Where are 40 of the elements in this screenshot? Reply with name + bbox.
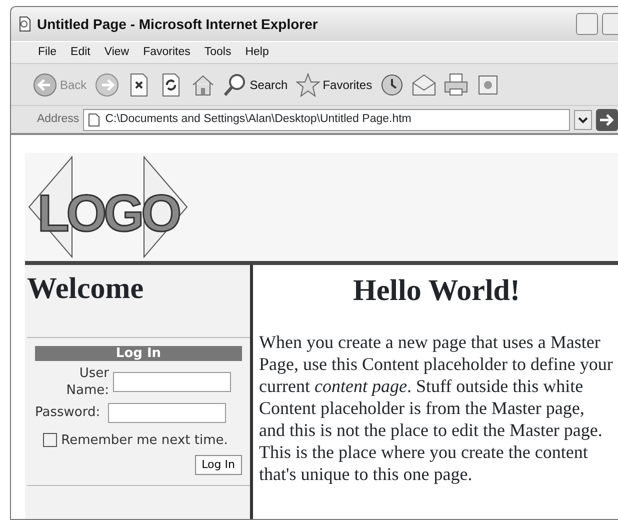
edit-button[interactable] — [476, 72, 500, 96]
login-title: Log In — [35, 346, 242, 361]
minimize-button[interactable] — [576, 13, 598, 35]
user-name-field[interactable] — [113, 372, 231, 392]
search-icon — [222, 72, 247, 96]
body-paragraph: When you create a new page that uses a Master Page, use this Content placeholder to define your current content page. Stuff outside this white Content placeholder is from the Master page, and this is not the place to edit the Master page. This is the place where you create the content that's unique to this one page. — [259, 331, 614, 485]
page-icon — [87, 112, 102, 126]
password-label: Password: — [35, 404, 100, 422]
favorites-button[interactable]: Favorites — [296, 72, 372, 96]
remember-checkbox[interactable] — [43, 433, 57, 448]
dropdown-icon[interactable] — [574, 110, 592, 130]
history-icon — [380, 72, 404, 96]
menu-item[interactable]: Favorites — [136, 44, 198, 62]
home-button[interactable] — [190, 72, 215, 96]
page-heading: Hello World! — [352, 273, 521, 309]
remember-label: Remember me next time. — [61, 433, 228, 448]
edit-icon — [476, 72, 500, 96]
history-button[interactable] — [380, 72, 404, 96]
menu-item[interactable]: Edit — [64, 44, 98, 62]
menu-item[interactable]: Help — [238, 44, 276, 62]
sidebar-title: Welcome — [27, 271, 145, 307]
login-button[interactable]: Log In — [194, 454, 242, 475]
maximize-button[interactable] — [602, 13, 618, 35]
print-button[interactable] — [444, 72, 468, 96]
page-icon — [17, 16, 33, 32]
menu-item[interactable]: Tools — [197, 44, 238, 62]
user-name-label: User Name: — [65, 365, 109, 399]
menu-item[interactable]: View — [97, 44, 136, 62]
address-field[interactable]: C:\Documents and Settings\Alan\Desktop\Untitled Page.htm — [83, 108, 570, 130]
envelope-icon — [412, 72, 436, 96]
search-button[interactable]: Search — [222, 72, 288, 96]
star-icon — [296, 72, 320, 96]
menu-item[interactable]: File — [31, 44, 64, 62]
mail-button[interactable] — [412, 72, 436, 96]
forward-button[interactable] — [94, 72, 119, 96]
home-icon — [190, 72, 215, 96]
window-title: Untitled Page - Microsoft Internet Explorer — [37, 14, 318, 34]
printer-icon — [444, 72, 468, 96]
password-field[interactable] — [108, 403, 226, 423]
address-label: Address — [37, 112, 80, 127]
